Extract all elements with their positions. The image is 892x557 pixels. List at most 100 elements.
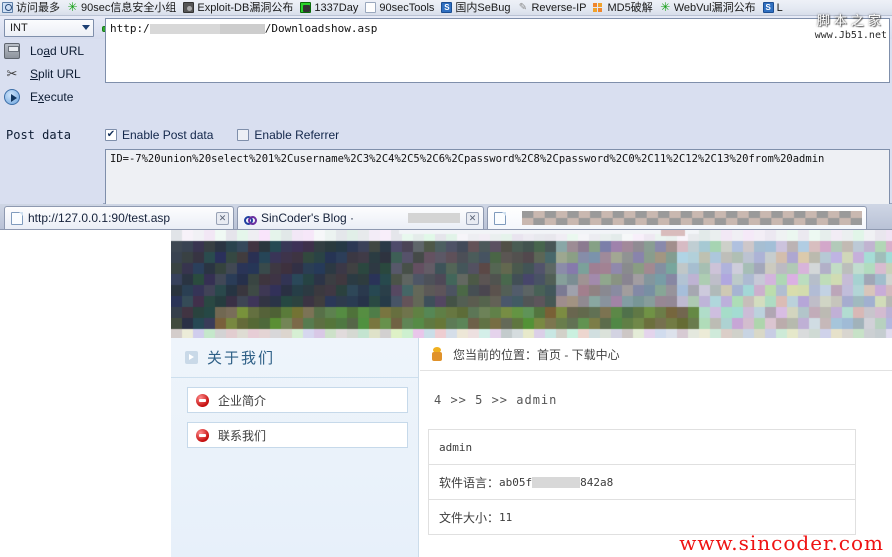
bookmark-item[interactable]: ✳ 90sec信息安全小组 [67, 1, 176, 15]
pen-icon: ✎ [518, 2, 528, 13]
jb51-watermark-cn: 脚本之家 [816, 14, 885, 29]
row-value-prefix: ab05f [499, 475, 533, 489]
bookmark-item[interactable]: ✎ Reverse-IP [517, 1, 587, 15]
row-value-suffix: 842a8 [580, 475, 614, 489]
tab-title-redacted [408, 213, 460, 223]
document-icon [494, 211, 506, 225]
row-label: 软件语言： [439, 475, 500, 490]
url-prefix: http:/ [110, 22, 150, 35]
bookmark-item[interactable]: 1337Day [300, 1, 358, 15]
result-table: admin 软件语言： ab05f 842a8 文件大小： 11 [428, 429, 856, 535]
enable-referrer-label: Enable Referrer [254, 128, 340, 142]
letter-s-icon: S [762, 2, 774, 13]
chevron-down-icon [82, 25, 90, 30]
table-row: admin [429, 430, 855, 465]
star-icon: ✳ [67, 0, 78, 14]
site-main-content: 您当前的位置：首页 - 下载中心 4 >> 5 >> admin admin 软… [420, 338, 892, 557]
camera-icon [183, 2, 195, 13]
bookmark-item[interactable]: ✳ WebVul漏洞公布 [660, 0, 756, 15]
bookmark-label: 1337Day [314, 1, 359, 14]
load-url-button[interactable]: Load URL [0, 39, 103, 62]
url-input[interactable]: http:/ /Downloadshow.asp [105, 18, 890, 83]
bookmark-label: 访问最多 [16, 1, 60, 14]
webpage-viewport: 关于我们 企业简介 联系我们 您当前的位置：首页 - 下载中心 4 >> 5 >… [0, 230, 892, 557]
arrow-bullet-icon [196, 428, 209, 442]
star-icon: ✳ [660, 0, 671, 14]
document-icon [11, 211, 23, 225]
hackbar-options: Enable Post data Enable Referrer [105, 128, 339, 142]
sidebar-title: 关于我们 [171, 338, 418, 378]
bookmark-label: 90sec信息安全小组 [81, 1, 177, 14]
site-body: 关于我们 企业简介 联系我们 您当前的位置：首页 - 下载中心 4 >> 5 >… [171, 338, 892, 557]
browser-tab[interactable]: http://127.0.0.1:90/test.asp ✕ [4, 206, 234, 229]
bookmark-label: L [776, 1, 783, 14]
execute-label: Execute [30, 89, 74, 104]
bookmark-item[interactable]: MD5破解 [593, 1, 653, 15]
browser-tab[interactable] [487, 206, 867, 229]
green-square-icon [300, 2, 312, 13]
row-label: 文件大小： [439, 510, 500, 525]
page-left-margin [0, 230, 171, 557]
table-row: 软件语言： ab05f 842a8 [429, 465, 855, 500]
sidebar-item-label: 联系我们 [218, 428, 267, 443]
scissors-icon: ✂ [6, 65, 18, 81]
grid-icon [593, 2, 604, 13]
sidebar-item-contact-us[interactable]: 联系我们 [187, 422, 408, 448]
sidebar-item-label: 企业简介 [218, 393, 267, 408]
bookmark-label: 国内SeBug [455, 1, 511, 14]
bookmarks-bar: 访问最多 ✳ 90sec信息安全小组 Exploit-DB漏洞公布 1337Day 90s… [0, 0, 892, 16]
table-row: 文件大小： 11 [429, 500, 855, 535]
bookmark-item[interactable]: SL [762, 1, 783, 15]
bookmark-item[interactable]: Exploit-DB漏洞公布 [183, 1, 293, 15]
bookmark-label: MD5破解 [607, 1, 653, 14]
bookmark-item[interactable]: S 国内SeBug [441, 1, 510, 15]
enable-referrer-checkbox[interactable] [237, 129, 250, 141]
site-banner-image [171, 230, 892, 338]
bookmark-label: Exploit-DB漏洞公布 [197, 1, 294, 14]
jb51-watermark: 脚本之家 www.Jb51.net [812, 10, 889, 41]
enable-post-data-checkbox[interactable] [105, 129, 117, 141]
blank-page-icon [365, 2, 377, 13]
type-select-value: INT [10, 21, 28, 34]
play-icon [4, 88, 20, 105]
sidebar-item-company-profile[interactable]: 企业简介 [187, 387, 408, 413]
url-masked-host [149, 24, 220, 34]
bookmark-label: Reverse-IP [531, 1, 587, 14]
split-url-button[interactable]: ✂ Split URL [0, 62, 103, 85]
url-suffix: /Downloadshow.asp [264, 22, 378, 35]
breadcrumb-text: 您当前的位置：首页 - 下载中心 [453, 347, 620, 362]
type-select[interactable]: INT [4, 18, 94, 37]
bookmark-item[interactable]: 90secTools [365, 1, 434, 15]
tab-strip: http://127.0.0.1:90/test.asp ✕ SinCoder's … [0, 204, 892, 230]
row-value: 11 [499, 510, 513, 524]
blog-icon [244, 212, 257, 225]
bookmark-item[interactable]: 访问最多 [2, 1, 60, 15]
breadcrumb: 您当前的位置：首页 - 下载中心 [420, 338, 892, 371]
url-masked-host-2 [219, 24, 265, 34]
load-url-icon [4, 42, 20, 59]
enable-post-data-label: Enable Post data [122, 128, 214, 142]
browser-window: 访问最多 ✳ 90sec信息安全小组 Exploit-DB漏洞公布 1337Day 90s… [0, 0, 892, 557]
sidebar-title-text: 关于我们 [207, 349, 276, 367]
tab-title: http://127.0.0.1:90/test.asp [28, 211, 171, 225]
most-visited-icon [2, 2, 13, 13]
site-watermark: www.sincoder.com [679, 531, 884, 555]
close-icon[interactable]: ✕ [466, 211, 479, 225]
site-sidebar: 关于我们 企业简介 联系我们 [171, 338, 419, 557]
load-url-label: Load URL [30, 43, 85, 58]
close-icon[interactable]: ✕ [216, 211, 229, 225]
row-value-masked [532, 476, 581, 488]
execute-button[interactable]: Execute [0, 85, 103, 108]
split-url-label: Split URL [30, 66, 81, 81]
tab-title-redacted [521, 211, 862, 225]
location-pin-icon [431, 346, 445, 362]
triangle-right-icon [185, 351, 198, 364]
sql-result-line: 4 >> 5 >> admin [434, 393, 558, 407]
row-value: admin [439, 440, 473, 454]
bookmark-label: 90secTools [379, 1, 435, 14]
bookmark-label: WebVul漏洞公布 [673, 1, 756, 14]
browser-tab[interactable]: SinCoder's Blog · ✕ [237, 206, 484, 229]
letter-s-icon: S [441, 2, 453, 13]
hackbar-panel: INT SQLXSSEncryptionEncodingOther Load U… [0, 16, 892, 216]
jb51-watermark-en: www.Jb51.net [812, 30, 889, 41]
